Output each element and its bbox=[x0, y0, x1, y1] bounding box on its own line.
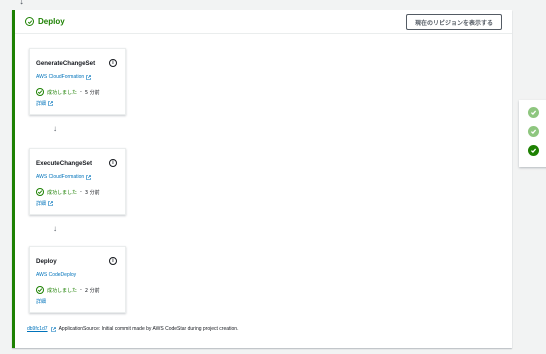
status-text: 成功しました bbox=[47, 287, 78, 294]
action-status: 成功しました - 5 分前 bbox=[36, 88, 100, 96]
status-time: 2 分前 bbox=[84, 287, 100, 294]
action-card-generatechangeset: GenerateChangeSet i AWS CloudFormation 成… bbox=[29, 48, 126, 115]
success-check-icon bbox=[36, 188, 44, 196]
status-time: 5 分前 bbox=[84, 89, 100, 96]
commit-info: db9fc1d7 ApplicationSource: Initial comm… bbox=[27, 326, 238, 332]
details-link[interactable]: 詳細 bbox=[36, 298, 46, 305]
details-link[interactable]: 詳細 bbox=[36, 100, 53, 107]
details-label: 詳細 bbox=[36, 299, 47, 305]
status-text: 成功しました bbox=[47, 89, 78, 96]
provider-link[interactable]: AWS CloudFormation bbox=[36, 174, 91, 180]
details-link[interactable]: 詳細 bbox=[36, 200, 53, 207]
commit-message: ApplicationSource: Initial commit made b… bbox=[58, 326, 239, 332]
external-link-icon bbox=[86, 174, 91, 180]
stage-progress-panel bbox=[519, 100, 546, 167]
status-time: 3 分前 bbox=[84, 189, 100, 196]
action-status: 成功しました - 2 分前 bbox=[36, 286, 100, 294]
details-label: 詳細 bbox=[36, 201, 47, 207]
stage-title: Deploy bbox=[25, 17, 65, 26]
external-link-icon bbox=[48, 201, 53, 206]
success-check-icon bbox=[25, 17, 34, 26]
external-link-icon bbox=[50, 326, 56, 332]
provider-label: AWS CodeDeploy bbox=[36, 272, 77, 278]
provider-label: AWS CloudFormation bbox=[36, 74, 85, 80]
info-icon[interactable]: i bbox=[109, 257, 117, 265]
action-card-deploy: Deploy i AWS CodeDeploy 成功しました - 2 分前 詳細 bbox=[29, 246, 126, 313]
success-check-icon bbox=[36, 88, 44, 96]
check-icon[interactable] bbox=[528, 126, 539, 137]
check-icon[interactable] bbox=[528, 145, 539, 156]
stage-header: Deploy 現在のリビジョンを表示する bbox=[15, 10, 512, 34]
info-icon[interactable]: i bbox=[109, 59, 117, 67]
status-text: 成功しました bbox=[47, 189, 78, 196]
commit-hash-link[interactable]: db9fc1d7 bbox=[27, 326, 48, 332]
external-link-icon bbox=[48, 101, 53, 106]
success-check-icon bbox=[36, 286, 44, 294]
action-name: Deploy bbox=[36, 258, 57, 265]
action-card-executechangeset: ExecuteChangeSet i AWS CloudFormation 成功… bbox=[29, 148, 126, 215]
view-current-revision-button[interactable]: 現在のリビジョンを表示する bbox=[405, 14, 502, 30]
info-icon[interactable]: i bbox=[109, 159, 117, 167]
action-name: ExecuteChangeSet bbox=[36, 160, 93, 167]
provider-link[interactable]: AWS CodeDeploy bbox=[36, 272, 76, 278]
deploy-stage: Deploy 現在のリビジョンを表示する GenerateChangeSet i… bbox=[12, 10, 512, 348]
action-name: GenerateChangeSet bbox=[36, 60, 96, 67]
transition-arrow-icon: ↓ bbox=[19, 0, 24, 7]
check-icon[interactable] bbox=[528, 107, 539, 118]
external-link-icon bbox=[86, 74, 91, 80]
provider-link[interactable]: AWS CloudFormation bbox=[36, 74, 91, 80]
transition-arrow-icon: ↓ bbox=[53, 224, 57, 233]
transition-arrow-icon: ↓ bbox=[53, 124, 57, 133]
stage-title-text: Deploy bbox=[38, 17, 65, 26]
action-status: 成功しました - 3 分前 bbox=[36, 188, 100, 196]
provider-label: AWS CloudFormation bbox=[36, 174, 85, 180]
details-label: 詳細 bbox=[36, 101, 47, 107]
